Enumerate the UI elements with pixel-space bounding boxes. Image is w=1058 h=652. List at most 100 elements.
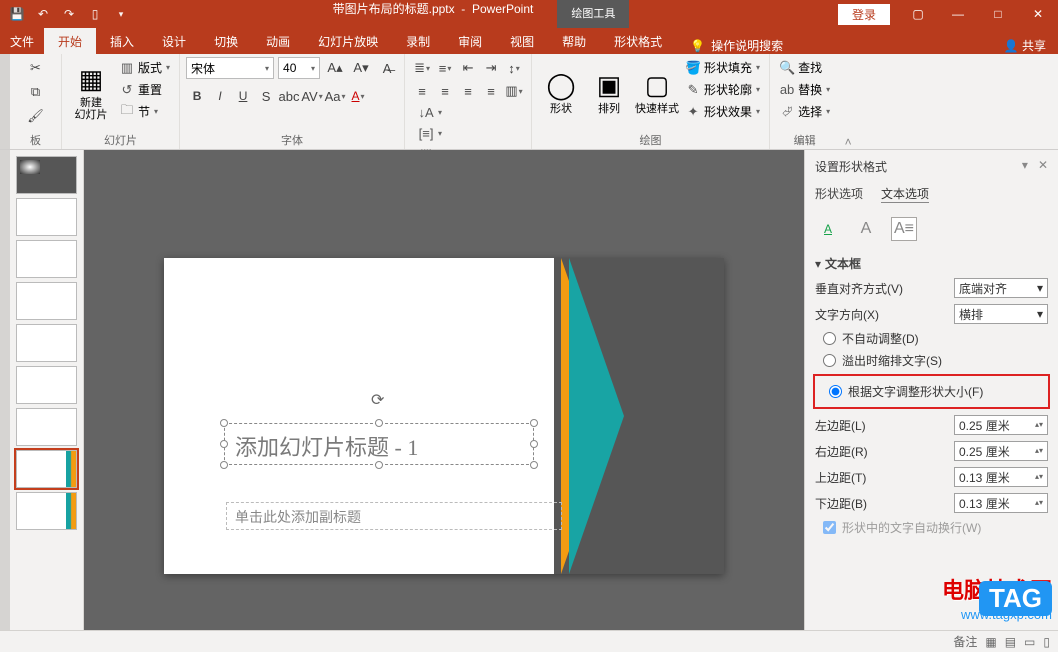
cut-icon[interactable]: ✂ (25, 57, 47, 79)
tell-me-search[interactable]: 💡 操作说明搜索 (690, 37, 783, 54)
tab-home[interactable]: 开始 (44, 28, 96, 54)
rotate-handle-icon[interactable]: ⟳ (371, 390, 384, 410)
shapes-button[interactable]: ◯形状 (538, 57, 584, 127)
view-normal-icon[interactable]: ▦ (985, 635, 996, 649)
undo-icon[interactable]: ↶ (32, 3, 54, 25)
tab-record[interactable]: 录制 (392, 28, 444, 54)
select-button[interactable]: ⮰选择▾ (776, 101, 833, 122)
collapse-ribbon-icon[interactable]: ˄ (839, 54, 857, 149)
thumbnail-1[interactable] (16, 156, 77, 194)
textdir-dropdown[interactable]: 横排▾ (954, 304, 1048, 324)
increase-font-icon[interactable]: A▴ (324, 57, 346, 79)
bullets-button[interactable]: ≣▾ (411, 57, 433, 79)
margin-right-spin[interactable]: 0.25 厘米▴▾ (954, 441, 1048, 461)
indent-dec-button[interactable]: ⇤ (457, 57, 479, 79)
tab-animations[interactable]: 动画 (252, 28, 304, 54)
new-slide-button[interactable]: ▦ 新建 幻灯片 (68, 57, 114, 127)
resize-handle[interactable] (375, 419, 383, 427)
resize-handle[interactable] (375, 461, 383, 469)
bold-button[interactable]: B (186, 85, 208, 107)
quick-styles-button[interactable]: ▢快速样式 (634, 57, 680, 127)
resize-handle[interactable] (220, 440, 228, 448)
thumbnail-5[interactable] (16, 324, 77, 362)
text-direction-button[interactable]: ↓A▾ (415, 102, 525, 122)
view-slideshow-icon[interactable]: ▯ (1043, 635, 1050, 649)
underline-button[interactable]: U (232, 85, 254, 107)
text-fill-outline-icon[interactable]: A (815, 217, 841, 241)
pane-tab-text[interactable]: 文本选项 (881, 185, 929, 203)
replace-button[interactable]: ab替换▾ (776, 79, 833, 100)
wrap-checkbox[interactable]: 形状中的文字自动换行(W) (823, 519, 1048, 536)
thumbnail-8[interactable] (16, 450, 77, 488)
radio-no-autofit[interactable]: 不自动调整(D) (823, 330, 1048, 347)
section-button[interactable]: 🗀节▾ (116, 101, 173, 122)
radio-resize-shape[interactable]: 根据文字调整形状大小(F) (829, 383, 1048, 400)
clear-format-icon[interactable]: A̶ (376, 57, 398, 79)
margin-top-spin[interactable]: 0.13 厘米▴▾ (954, 467, 1048, 487)
shadow-button[interactable]: S (255, 85, 277, 107)
reset-button[interactable]: ↺重置 (116, 79, 173, 100)
shape-effects-button[interactable]: ✦形状效果▾ (682, 101, 763, 122)
align-right-button[interactable]: ≡ (457, 80, 479, 102)
thumbnail-2[interactable] (16, 198, 77, 236)
align-text-button[interactable]: [≡]▾ (415, 123, 525, 143)
font-color-button[interactable]: A▾ (347, 85, 369, 107)
text-effects-icon[interactable]: A (853, 217, 879, 241)
resize-handle[interactable] (530, 419, 538, 427)
shape-fill-button[interactable]: 🪣形状填充▾ (682, 57, 763, 78)
pane-tab-shape[interactable]: 形状选项 (815, 185, 863, 203)
justify-button[interactable]: ≡ (480, 80, 502, 102)
tab-insert[interactable]: 插入 (96, 28, 148, 54)
tab-review[interactable]: 审阅 (444, 28, 496, 54)
ribbon-display-icon[interactable]: ▢ (898, 0, 938, 28)
line-spacing-button[interactable]: ↕▾ (503, 57, 525, 79)
indent-inc-button[interactable]: ⇥ (480, 57, 502, 79)
view-reading-icon[interactable]: ▭ (1024, 635, 1035, 649)
thumbnail-7[interactable] (16, 408, 77, 446)
tab-file[interactable]: 文件 (0, 28, 44, 54)
align-left-button[interactable]: ≡ (411, 80, 433, 102)
redo-icon[interactable]: ↷ (58, 3, 80, 25)
strike-button[interactable]: abc (278, 85, 300, 107)
char-spacing-button[interactable]: AV▾ (301, 85, 323, 107)
numbering-button[interactable]: ≡▾ (434, 57, 456, 79)
minimize-icon[interactable]: — (938, 0, 978, 28)
section-textbox[interactable]: ▾文本框 (815, 255, 1048, 272)
slide-thumbnails[interactable] (10, 150, 84, 630)
layout-button[interactable]: ▥版式▾ (116, 57, 173, 78)
tab-help[interactable]: 帮助 (548, 28, 600, 54)
resize-handle[interactable] (220, 419, 228, 427)
resize-handle[interactable] (530, 461, 538, 469)
columns-button[interactable]: ▥▾ (503, 80, 525, 102)
share-button[interactable]: 👤 共享 (1004, 37, 1046, 54)
decrease-font-icon[interactable]: A▾ (350, 57, 372, 79)
thumbnail-4[interactable] (16, 282, 77, 320)
tab-shape-format[interactable]: 形状格式 (600, 28, 676, 54)
change-case-button[interactable]: Aa▾ (324, 85, 346, 107)
radio-shrink-text[interactable]: 溢出时缩排文字(S) (823, 352, 1048, 369)
shape-outline-button[interactable]: ✎形状轮廓▾ (682, 79, 763, 100)
pane-close-icon[interactable]: ✕ (1038, 158, 1048, 175)
tab-view[interactable]: 视图 (496, 28, 548, 54)
find-button[interactable]: 🔍查找 (776, 57, 833, 78)
login-button[interactable]: 登录 (838, 4, 890, 25)
thumbnail-3[interactable] (16, 240, 77, 278)
thumbnail-9[interactable] (16, 492, 77, 530)
title-placeholder[interactable]: ⟳ 添加幻灯片标题 - 1 (224, 423, 534, 465)
thumbnail-6[interactable] (16, 366, 77, 404)
valign-dropdown[interactable]: 底端对齐▾ (954, 278, 1048, 298)
format-painter-icon[interactable]: 🖌 (25, 105, 47, 127)
notes-button[interactable]: 备注 (953, 633, 977, 650)
close-icon[interactable]: ✕ (1018, 0, 1058, 28)
italic-button[interactable]: I (209, 85, 231, 107)
tab-transitions[interactable]: 切换 (200, 28, 252, 54)
pane-menu-icon[interactable]: ▾ (1022, 158, 1028, 175)
margin-left-spin[interactable]: 0.25 厘米▴▾ (954, 415, 1048, 435)
copy-icon[interactable]: ⧉ (25, 81, 47, 103)
tab-design[interactable]: 设计 (148, 28, 200, 54)
resize-handle[interactable] (530, 440, 538, 448)
font-size-combo[interactable]: 40▾ (278, 57, 320, 79)
align-center-button[interactable]: ≡ (434, 80, 456, 102)
view-sorter-icon[interactable]: ▤ (1005, 635, 1016, 649)
qat-more-icon[interactable]: ▾ (110, 3, 132, 25)
